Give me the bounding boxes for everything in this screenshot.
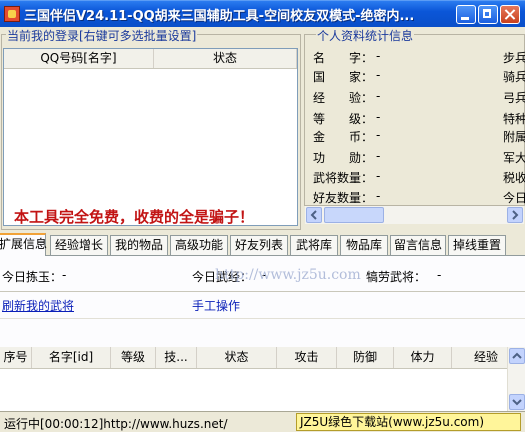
status-bar: 运行中[00:00:12]http://www.huzs.net/ JZ5U绿色… bbox=[0, 411, 525, 432]
separator-2 bbox=[0, 318, 525, 319]
stat-reward-label: 犒劳武将： bbox=[366, 270, 427, 284]
brand-badge: JZ5U绿色下载站(www.jz5u.com) bbox=[296, 413, 521, 431]
column-status[interactable]: 状态 bbox=[154, 49, 297, 68]
login-list-header: QQ号码[名字] 状态 bbox=[4, 49, 297, 69]
tab-strip: 扩展信息 经验增长 我的物品 高级功能 好友列表 武将库 物品库 留言信息 掉线… bbox=[0, 233, 525, 256]
column-attack[interactable]: 攻击 bbox=[277, 347, 337, 368]
value-exp: - bbox=[376, 89, 381, 103]
title-bar[interactable]: 三国伴侣V24.11-QQ胡来三国辅助工具-空间校友双模式-绝密内... bbox=[0, 0, 525, 27]
tab-friends[interactable]: 好友列表 bbox=[230, 235, 288, 255]
watermark: http://www.jz5u.com bbox=[215, 267, 361, 283]
label-today: 今日 bbox=[503, 191, 525, 205]
grid-scroll-up-button[interactable] bbox=[509, 348, 525, 364]
generals-grid[interactable]: 序号 名字[id] 等级 技... 状态 攻击 防御 体力 经验 bbox=[0, 347, 521, 412]
arrow-down-icon bbox=[512, 399, 522, 406]
tab-messages[interactable]: 留言信息 bbox=[390, 235, 446, 255]
label-general-count: 武将数量： bbox=[313, 171, 374, 185]
scroll-right-button[interactable] bbox=[507, 207, 523, 223]
app-icon bbox=[4, 6, 20, 22]
label-tax: 税收 bbox=[503, 171, 525, 185]
close-button[interactable] bbox=[500, 5, 520, 24]
tab-extended-info[interactable]: 扩展信息 bbox=[0, 233, 47, 256]
label-archer: 弓兵 bbox=[503, 91, 525, 105]
manual-operation-link[interactable]: 手工操作 bbox=[192, 297, 240, 314]
arrow-right-icon bbox=[512, 210, 519, 220]
value-friend-count: - bbox=[376, 189, 381, 203]
label-name: 名 字： bbox=[313, 51, 374, 65]
login-list[interactable]: QQ号码[名字] 状态 bbox=[3, 48, 298, 226]
label-country: 国 家： bbox=[313, 70, 374, 84]
tab-exp-growth[interactable]: 经验增长 bbox=[50, 235, 108, 255]
status-text: 运行中[00:00:12]http://www.huzs.net/ bbox=[4, 417, 228, 431]
label-cavalry: 骑兵 bbox=[503, 70, 525, 84]
login-legend: 当前我的登录[右键可多选批量设置] bbox=[6, 27, 198, 44]
label-friend-count: 好友数量： bbox=[313, 191, 374, 205]
scroll-left-button[interactable] bbox=[306, 207, 322, 223]
label-merit: 功 勋： bbox=[313, 151, 374, 165]
window-title: 三国伴侣V24.11-QQ胡来三国辅助工具-空间校友双模式-绝密内... bbox=[24, 9, 415, 24]
column-general-name[interactable]: 名字[id] bbox=[32, 347, 111, 368]
profile-legend: 个人资料统计信息 bbox=[316, 27, 415, 44]
column-state[interactable]: 状态 bbox=[197, 347, 277, 368]
tab-item-library[interactable]: 物品库 bbox=[340, 235, 388, 255]
value-country: - bbox=[376, 68, 381, 82]
label-infantry: 步兵 bbox=[503, 51, 525, 65]
value-level: - bbox=[376, 110, 381, 124]
label-gold: 金 币： bbox=[313, 130, 374, 144]
generals-grid-header: 序号 名字[id] 等级 技... 状态 攻击 防御 体力 经验 bbox=[0, 347, 521, 369]
label-level: 等 级： bbox=[313, 112, 374, 126]
tab-reconnect[interactable]: 掉线重置 bbox=[448, 235, 506, 255]
minimize-button[interactable] bbox=[456, 5, 476, 24]
scroll-thumb[interactable] bbox=[324, 207, 384, 223]
value-name: - bbox=[376, 49, 381, 63]
label-army: 军大 bbox=[503, 151, 525, 165]
grid-scroll-down-button[interactable] bbox=[509, 394, 525, 410]
label-attached: 附属 bbox=[503, 130, 525, 144]
value-gold: - bbox=[376, 128, 381, 142]
profile-hscrollbar[interactable] bbox=[305, 206, 524, 224]
arrow-up-icon bbox=[512, 352, 522, 359]
stat-reward-value: - bbox=[437, 268, 442, 282]
separator bbox=[0, 291, 525, 292]
maximize-button[interactable] bbox=[478, 5, 498, 24]
stat-jade-value: - bbox=[62, 268, 67, 282]
column-skill[interactable]: 技... bbox=[156, 347, 197, 368]
value-general-count: - bbox=[376, 169, 381, 183]
tab-general-library[interactable]: 武将库 bbox=[290, 235, 338, 255]
client-area: 当前我的登录[右键可多选批量设置] QQ号码[名字] 状态 本工具完全免费，收费… bbox=[0, 27, 525, 432]
stat-jade-label: 今日拣玉： bbox=[2, 270, 63, 284]
column-level[interactable]: 等级 bbox=[111, 347, 156, 368]
tab-my-items[interactable]: 我的物品 bbox=[110, 235, 168, 255]
column-defense[interactable]: 防御 bbox=[337, 347, 394, 368]
column-qq[interactable]: QQ号码[名字] bbox=[4, 49, 154, 68]
refresh-generals-link[interactable]: 刷新我的武将 bbox=[2, 297, 74, 314]
column-index[interactable]: 序号 bbox=[0, 347, 32, 368]
column-stamina[interactable]: 体力 bbox=[394, 347, 452, 368]
grid-vscrollbar[interactable] bbox=[507, 347, 525, 412]
value-merit: - bbox=[376, 149, 381, 163]
label-special: 特种 bbox=[503, 112, 525, 126]
free-notice: 本工具完全免费，收费的全是骗子！ bbox=[14, 208, 255, 226]
arrow-left-icon bbox=[310, 210, 317, 220]
tab-advanced[interactable]: 高级功能 bbox=[170, 235, 228, 255]
label-exp: 经 验： bbox=[313, 91, 374, 105]
